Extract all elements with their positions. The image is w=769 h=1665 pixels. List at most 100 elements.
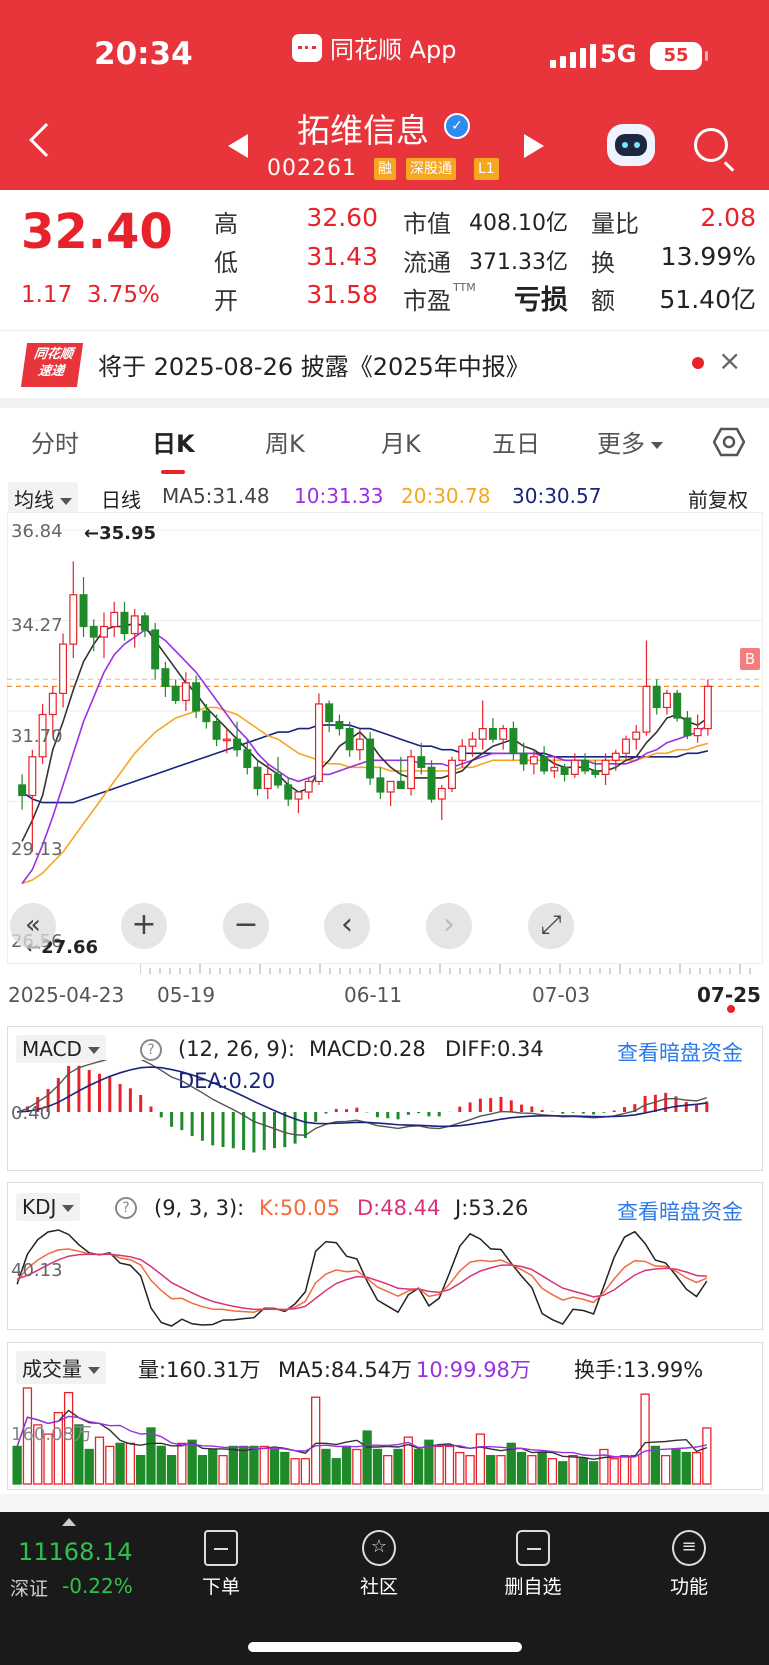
tab-monthly-k[interactable]: 月K <box>381 424 421 459</box>
back-icon[interactable] <box>29 123 63 157</box>
candle-body <box>192 682 201 712</box>
volume-bar <box>321 1448 331 1485</box>
volume-bar <box>125 1442 136 1485</box>
y-tick-2: 34.27 <box>11 615 63 636</box>
date-label-3: 06-11 <box>344 983 403 1007</box>
kdj-help-icon[interactable]: ? <box>115 1193 137 1219</box>
amount-value: 51.40亿 <box>659 285 756 314</box>
search-icon[interactable] <box>694 128 728 162</box>
candle-body <box>417 756 426 768</box>
volume-bar <box>269 1448 280 1485</box>
candle-body <box>18 784 27 797</box>
macd-selector[interactable]: MACD <box>16 1035 106 1063</box>
volume-bar <box>290 1458 300 1485</box>
tab-daily-k[interactable]: 日K <box>152 424 195 459</box>
volume-bar <box>341 1445 352 1485</box>
candle-body <box>366 738 375 779</box>
max-price-marker: ←35.95 <box>84 523 157 544</box>
index-name: 深证 <box>10 1578 49 1600</box>
candle-body <box>335 720 344 730</box>
tab-intraday[interactable]: 分时 <box>31 424 79 459</box>
prev-stock-icon[interactable] <box>228 134 248 158</box>
volume-bar <box>177 1442 187 1485</box>
kline-chart[interactable] <box>7 512 763 964</box>
fullscreen-button[interactable]: ⤢ <box>528 903 574 949</box>
k-line <box>16 1248 708 1313</box>
close-icon[interactable]: × <box>718 344 741 377</box>
kdj-selector[interactable]: KDJ <box>16 1193 81 1221</box>
kdj-axis-label: 40.13 <box>11 1260 63 1281</box>
kdj-chart <box>16 1229 708 1327</box>
y-tick-1: 36.84 <box>11 521 63 542</box>
index-value[interactable]: 11168.14 <box>18 1538 133 1566</box>
notice-text[interactable]: 将于 2025-08-26 披露《2025年中报》 <box>98 347 530 382</box>
zoom-out-button[interactable]: − <box>223 903 269 949</box>
order-button[interactable]: 下单 <box>181 1530 261 1599</box>
adjust-mode[interactable]: 前复权 <box>688 484 748 513</box>
divider <box>0 1494 769 1512</box>
candle-body <box>642 685 651 733</box>
tab-more[interactable]: 更多 <box>597 424 663 459</box>
macd-help-icon[interactable]: ? <box>140 1035 162 1061</box>
candle-body <box>611 752 620 761</box>
assistant-robot-icon[interactable] <box>607 124 655 166</box>
float-value: 371.33亿 <box>469 250 568 275</box>
candle-body <box>274 773 282 786</box>
ma-selector[interactable]: 均线 <box>8 482 78 515</box>
status-time: 20:34 <box>94 36 193 72</box>
zoom-in-button[interactable]: + <box>121 903 167 949</box>
diff-value: DIFF:0.34 <box>445 1037 544 1061</box>
community-button[interactable]: ☆ 社区 <box>339 1530 419 1599</box>
tab-weekly-k[interactable]: 周K <box>265 424 305 459</box>
ma20-value: 20:30.78 <box>401 484 491 508</box>
function-button[interactable]: ≡ 功能 <box>649 1530 729 1599</box>
pe-value: 亏损 <box>514 285 568 316</box>
candle-body <box>693 728 702 737</box>
turnover-label: 换 <box>591 249 615 277</box>
candle-body <box>376 777 385 793</box>
next-stock-icon[interactable] <box>524 134 544 158</box>
app-name-label: 同花顺 App <box>330 36 457 64</box>
candle-body <box>622 738 630 754</box>
tab-five-day[interactable]: 五日 <box>492 424 540 459</box>
candle-body <box>233 738 242 751</box>
collapse-icon[interactable]: « <box>10 903 56 949</box>
volume-bar <box>352 1448 362 1485</box>
active-tab-indicator <box>161 470 185 474</box>
amount-label: 额 <box>591 287 615 315</box>
badge-level: L1 <box>474 158 499 180</box>
community-icon: ☆ <box>362 1530 396 1566</box>
volume-bar <box>527 1454 537 1485</box>
volume-bar <box>588 1461 599 1485</box>
volume-axis-label: 160.08万 <box>11 1424 92 1445</box>
candle-body <box>560 766 569 775</box>
vol-ratio-label: 量比 <box>591 210 639 238</box>
volume-bar <box>619 1454 630 1485</box>
d-value: D:48.44 <box>357 1196 441 1220</box>
date-label-5: 07-25 <box>697 983 761 1007</box>
verified-icon: ✓ <box>444 113 470 139</box>
settings-gear-icon[interactable] <box>713 426 745 458</box>
volume-bar <box>105 1445 115 1485</box>
candle-body <box>69 594 78 645</box>
stock-code: 002261 <box>267 156 357 181</box>
notice-banner[interactable]: 同花顺 速递 将于 2025-08-26 披露《2025年中报》 <box>0 330 769 398</box>
volume-bar <box>84 1448 94 1485</box>
pan-right-button[interactable]: › <box>426 903 472 949</box>
candle-body <box>427 766 436 800</box>
volume-bar <box>311 1396 321 1485</box>
remove-watchlist-button[interactable]: 删自选 <box>493 1530 573 1599</box>
last-price: 32.40 <box>21 204 173 260</box>
volume-bar <box>650 1445 661 1485</box>
candle-body <box>448 759 456 790</box>
candle-body <box>570 759 579 775</box>
pan-left-button[interactable]: ‹ <box>324 903 370 949</box>
candle-body <box>120 611 129 635</box>
candle-body <box>458 745 467 761</box>
pe-label: 市盈 TTM <box>403 281 476 315</box>
candle-body <box>519 752 528 765</box>
candle-body <box>703 685 712 730</box>
low-label: 低 <box>214 249 238 277</box>
volume-bar <box>691 1451 702 1485</box>
expand-up-icon[interactable] <box>62 1518 76 1526</box>
